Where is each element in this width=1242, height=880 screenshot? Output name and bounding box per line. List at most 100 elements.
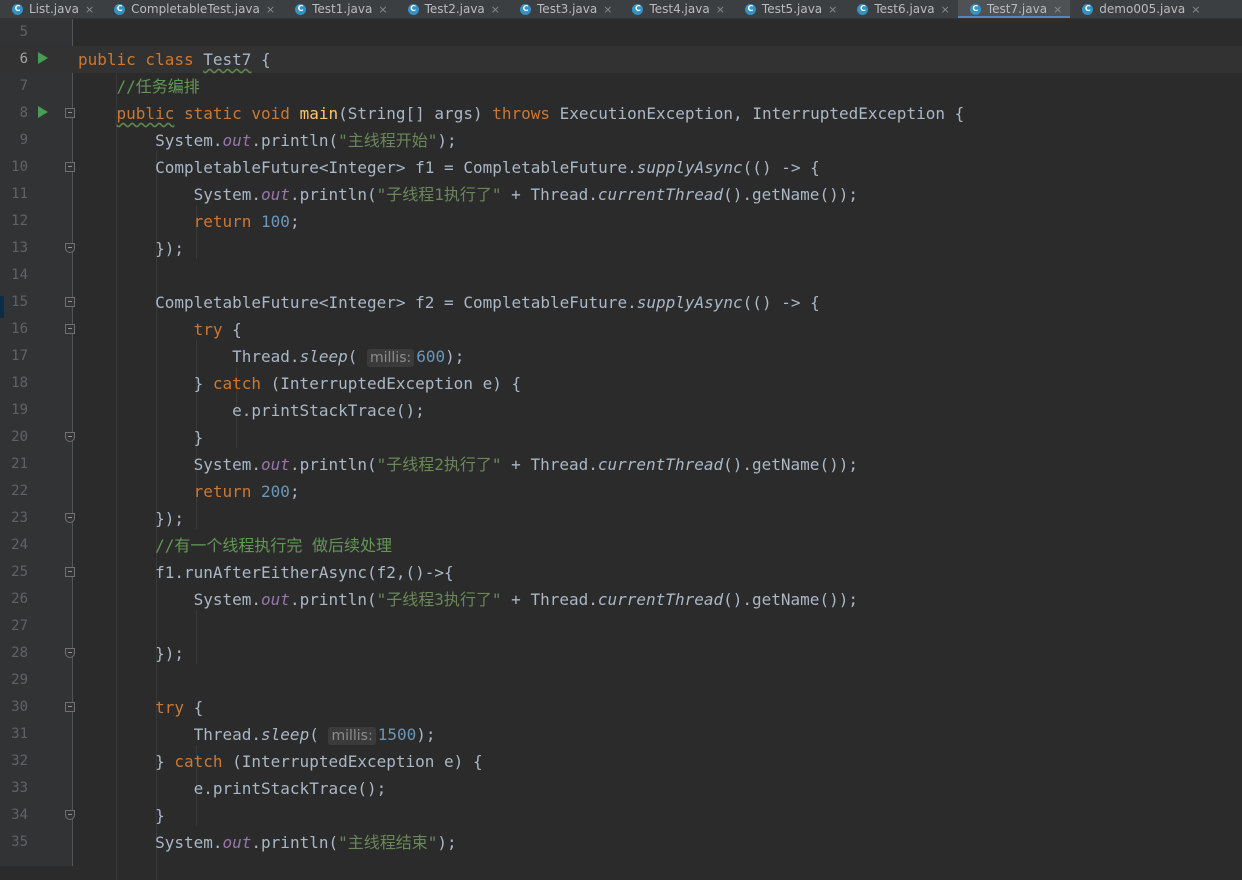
code-line[interactable]: 24 //有一个线程执行完 做后续处理 [0,532,1242,559]
parameter-hint: millis: [367,349,415,367]
fold-icon[interactable] [65,513,75,523]
run-icon[interactable] [38,52,48,64]
code-line[interactable]: 31 Thread.sleep( millis: 1500); [0,721,1242,748]
tab-test4[interactable]: C Test4.java × [620,0,732,18]
tab-test2[interactable]: C Test2.java × [396,0,508,18]
tab-label: Test5.java [761,2,823,16]
close-icon[interactable]: × [1053,3,1062,16]
code-line[interactable]: 26 System.out.println("子线程3执行了" + Thread… [0,586,1242,613]
run-icon[interactable] [38,106,48,118]
tab-test3[interactable]: C Test3.java × [508,0,620,18]
tab-test7[interactable]: C Test7.java × [957,0,1071,18]
code-editor[interactable]: 5 6 public class Test7 {7 //任务编排 8 public s… [0,19,1242,880]
code-text: } [78,806,165,825]
code-line[interactable]: 11 System.out.println("子线程1执行了" + Thread… [0,181,1242,208]
fold-icon[interactable] [65,702,75,712]
code-line[interactable]: 12 return 100; [0,208,1242,235]
code-text: }); [78,644,184,663]
code-text: }); [78,509,184,528]
code-token: return [193,212,262,231]
code-line[interactable]: 21 System.out.println("子线程2执行了" + Thread… [0,451,1242,478]
code-line[interactable]: 19 e.printStackTrace(); [0,397,1242,424]
tab-label: List.java [29,2,79,16]
code-token: }); [78,509,184,528]
code-line[interactable]: 17 Thread.sleep( millis: 600); [0,343,1242,370]
fold-icon[interactable] [65,567,75,577]
code-line[interactable]: 16 try { [0,316,1242,343]
close-icon[interactable]: × [266,3,275,16]
code-line[interactable]: 7 //任务编排 [0,73,1242,100]
fold-icon[interactable] [65,243,75,253]
java-class-icon: C [632,3,644,15]
code-line[interactable]: 8 public static void main(String[] args)… [0,100,1242,127]
code-line[interactable]: 9 System.out.println("主线程开始"); [0,127,1242,154]
code-text: } catch (InterruptedException e) { [78,752,483,771]
code-token: 600 [416,347,446,366]
code-line[interactable]: 18 } catch (InterruptedException e) { [0,370,1242,397]
code-line[interactable]: 28 }); [0,640,1242,667]
code-line[interactable]: 23 }); [0,505,1242,532]
code-line[interactable]: 34 } [0,802,1242,829]
code-line[interactable]: 29 [0,667,1242,694]
tab-test5[interactable]: C Test5.java × [733,0,845,18]
code-token: ); [437,833,457,852]
tab-completabletest[interactable]: C CompletableTest.java × [102,0,283,18]
code-token: { [251,50,271,69]
line-number: 20 [11,429,28,445]
code-token: ().getName()); [723,590,858,609]
close-icon[interactable]: × [85,3,94,16]
code-token: static void [174,104,300,123]
code-text: } catch (InterruptedException e) { [78,374,522,393]
code-line[interactable]: 22 return 200; [0,478,1242,505]
code-token: supplyAsync [636,293,743,312]
tab-test1[interactable]: C Test1.java × [283,0,395,18]
fold-icon[interactable] [65,108,75,118]
code-line[interactable]: 32 } catch (InterruptedException e) { [0,748,1242,775]
code-line[interactable]: 35 System.out.println("主线程结束"); [0,829,1242,856]
fold-icon[interactable] [65,162,75,172]
line-number: 7 [19,78,28,94]
code-line[interactable]: 5 [0,19,1242,46]
tab-test6[interactable]: C Test6.java × [845,0,957,18]
fold-icon[interactable] [65,297,75,307]
code-line[interactable]: 14 [0,262,1242,289]
line-number: 19 [11,402,28,418]
fold-icon[interactable] [65,432,75,442]
tab-list[interactable]: C List.java × [0,0,102,18]
fold-icon[interactable] [65,810,75,820]
fold-icon[interactable] [65,324,75,334]
close-icon[interactable]: × [941,3,950,16]
code-token: ; [289,482,300,501]
code-text: System.out.println("子线程2执行了" + Thread.cu… [78,455,858,474]
line-number: 14 [11,267,28,283]
code-line[interactable]: 33 e.printStackTrace(); [0,775,1242,802]
code-line[interactable]: 27 [0,613,1242,640]
code-text: try { [78,698,203,717]
line-number: 29 [11,672,28,688]
code-token: "子线程2执行了" [376,455,502,474]
close-icon[interactable]: × [1191,3,1200,16]
code-token: (() -> { [742,158,820,177]
close-icon[interactable]: × [603,3,612,16]
tab-demo005[interactable]: Cdemo005.java × [1070,0,1208,18]
close-icon[interactable]: × [378,3,387,16]
line-number: 11 [11,186,28,202]
code-line[interactable]: 30 try { [0,694,1242,721]
code-line[interactable]: 10 CompletableFuture<Integer> f1 = Compl… [0,154,1242,181]
code-text: try { [78,320,242,339]
code-token: .println( [251,131,339,150]
close-icon[interactable]: × [828,3,837,16]
code-line[interactable]: 13 }); [0,235,1242,262]
code-token: main [299,104,339,123]
code-text: f1.runAfterEitherAsync(f2,()->{ [78,563,454,582]
fold-icon[interactable] [65,648,75,658]
code-token: 1500 [377,725,417,744]
code-line[interactable]: 6 public class Test7 { [0,46,1242,73]
code-line[interactable]: 20 } [0,424,1242,451]
close-icon[interactable]: × [491,3,500,16]
code-line[interactable]: 25 f1.runAfterEitherAsync(f2,()->{ [0,559,1242,586]
code-line[interactable]: 15 CompletableFuture<Integer> f2 = Compl… [0,289,1242,316]
close-icon[interactable]: × [716,3,725,16]
tab-label: Test6.java [874,2,935,16]
